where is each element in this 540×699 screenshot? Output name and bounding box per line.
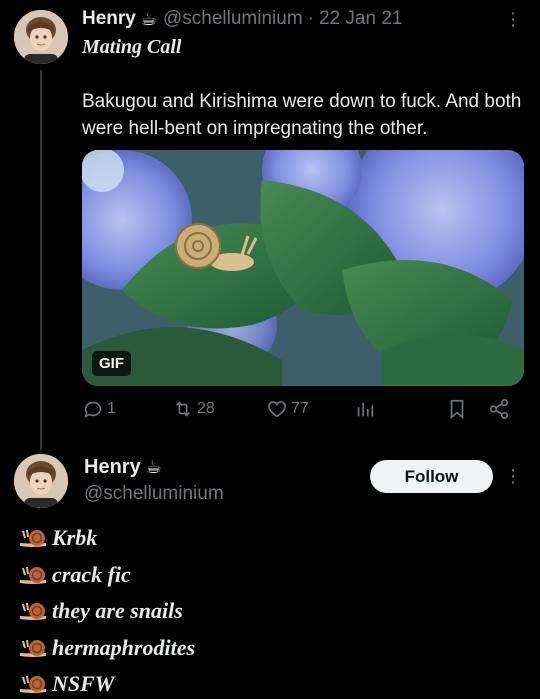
thread-line	[40, 70, 42, 450]
retweet-icon	[175, 401, 191, 417]
more-icon[interactable]: · · ·	[508, 3, 518, 35]
list-item-text: hermaphrodites	[52, 634, 196, 660]
snail-icon	[20, 639, 46, 657]
separator-dot: ·	[307, 8, 314, 29]
tweet-media-gif[interactable]: GIF	[82, 150, 524, 386]
list-item-text: Krbk	[52, 525, 98, 551]
coffee-icon: ☕	[145, 457, 162, 477]
more-icon[interactable]: · · ·	[508, 460, 518, 492]
like-button[interactable]: 77	[266, 398, 309, 420]
bookmark-button[interactable]	[446, 398, 468, 420]
list-item-text: crack fic	[52, 561, 131, 587]
retweet-button[interactable]: 28	[172, 398, 215, 420]
views-icon	[357, 402, 374, 417]
list-item: Krbk	[18, 520, 195, 557]
share-icon	[489, 399, 509, 419]
user-handle[interactable]: @schelluminium	[84, 483, 224, 505]
profile-name[interactable]: Henry ☕	[84, 456, 168, 479]
reply-button[interactable]: 1	[82, 398, 116, 420]
tweet-actions: 1 28 77	[82, 398, 522, 426]
retweet-count: 28	[197, 400, 215, 417]
list-item: hermaphrodites	[18, 630, 195, 667]
reply-icon	[84, 401, 102, 418]
snail-icon	[20, 676, 46, 694]
views-button[interactable]	[354, 398, 376, 420]
reply-count: 1	[107, 400, 116, 417]
follow-button[interactable]: Follow	[370, 460, 493, 493]
tweet-text-list: Krbk crack fic they are snails hermaphro…	[18, 520, 195, 699]
list-item-text: they are snails	[52, 598, 183, 624]
list-item: NSFW	[18, 666, 195, 699]
list-item-text: NSFW	[52, 671, 115, 697]
tweet-subtitle: Mating Call	[82, 36, 182, 58]
display-name: Henry	[84, 456, 141, 478]
avatar[interactable]	[14, 10, 68, 64]
avatar[interactable]	[14, 454, 68, 508]
tweet-text: Bakugou and Kirishima were down to fuck.…	[82, 91, 522, 139]
gif-badge: GIF	[92, 351, 131, 376]
list-item: crack fic	[18, 557, 195, 594]
share-button[interactable]	[488, 398, 510, 420]
tweet-header: Henry ☕ @schelluminium · 22 Jan 21	[82, 8, 402, 30]
list-item: they are snails	[18, 593, 195, 630]
snail-icon	[20, 603, 46, 621]
tweet-date[interactable]: 22 Jan 21	[319, 8, 402, 30]
bookmark-icon	[450, 399, 464, 420]
snail-icon	[20, 530, 46, 548]
user-handle[interactable]: @schelluminium	[163, 8, 303, 30]
display-name[interactable]: Henry	[82, 8, 136, 30]
coffee-icon: ☕	[140, 8, 157, 29]
like-icon	[267, 401, 287, 418]
snail-icon	[20, 566, 46, 584]
like-count: 77	[291, 400, 309, 417]
